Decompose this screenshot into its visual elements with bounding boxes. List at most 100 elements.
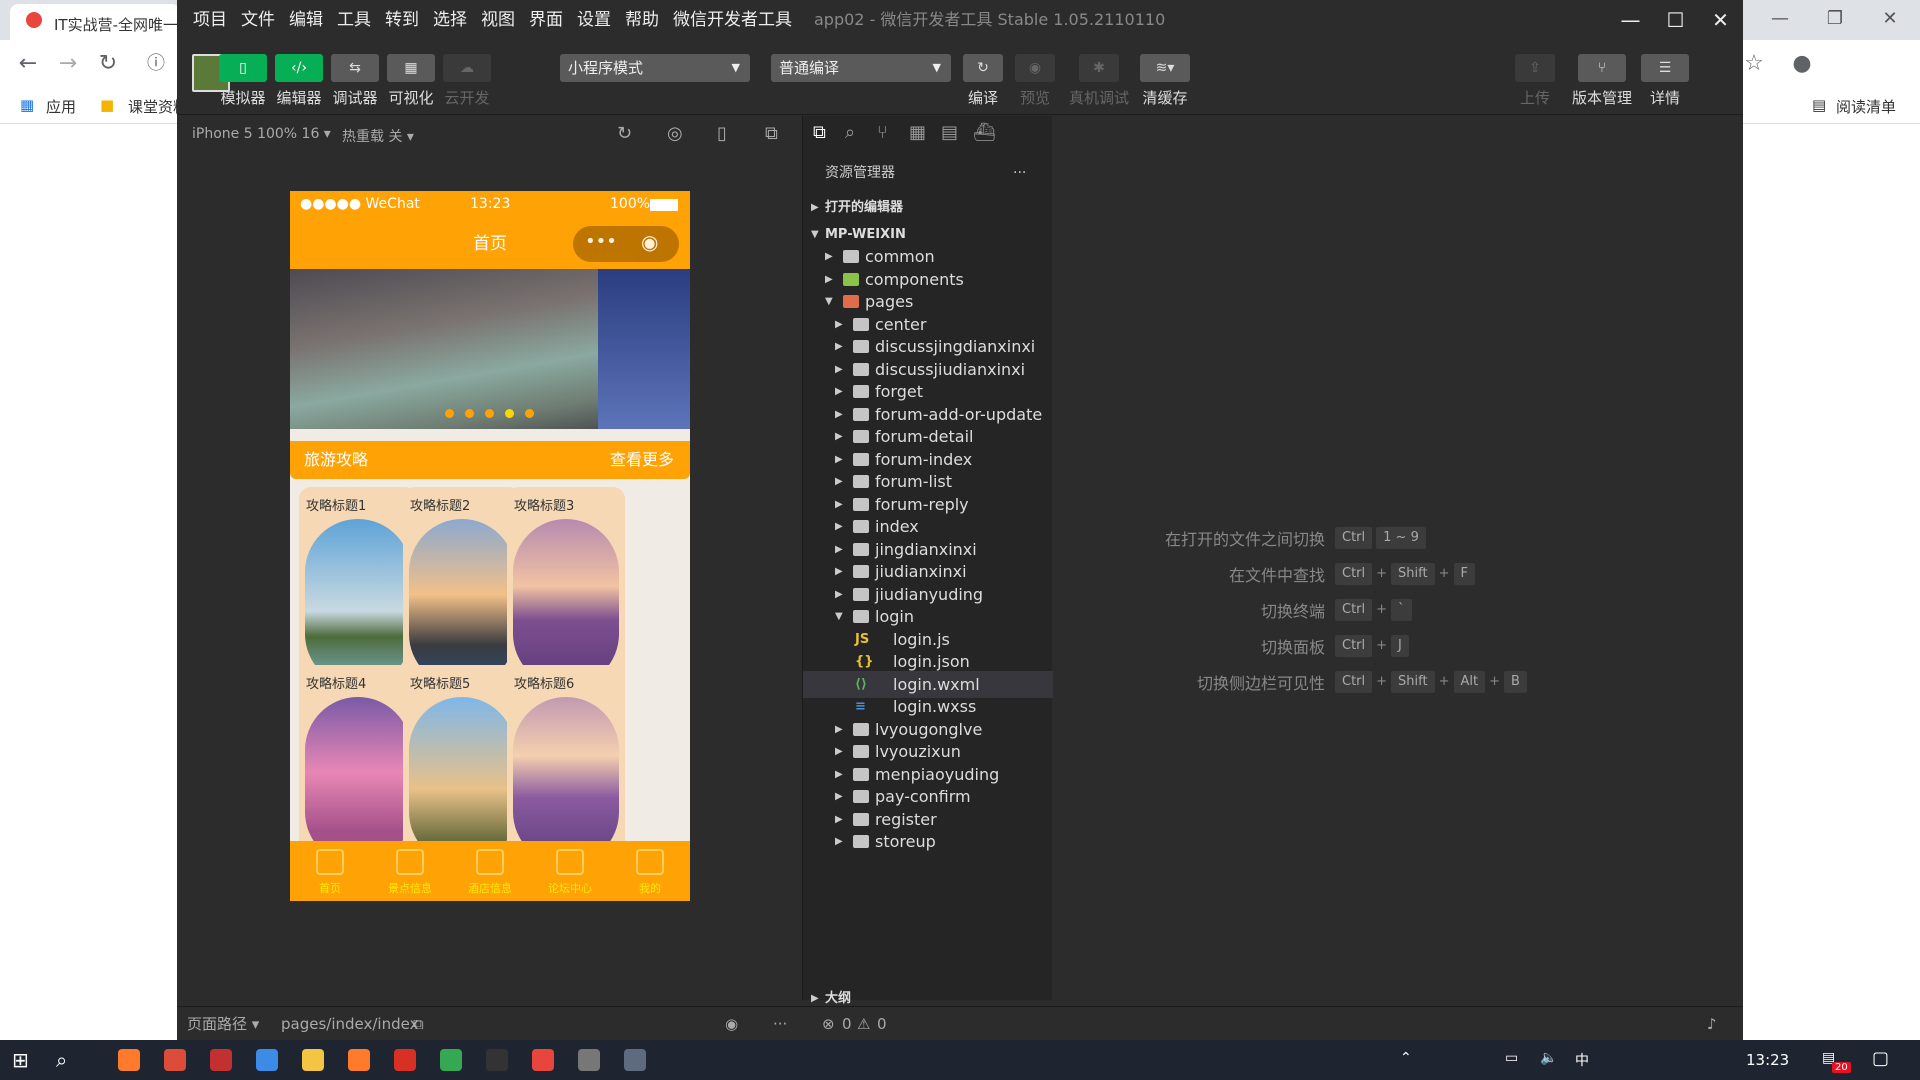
ide-toolbar: ▯ 模拟器 ‹/› 编辑器 ⇆ 调试器 ▦ 可视化 ☁ 云开发 小程序模式 ▼ 普通编译 ▼ … — [177, 40, 1743, 115]
extensions-icon[interactable]: ▦ — [909, 122, 926, 143]
open-editors-section[interactable]: ▶ 打开的编辑器 — [803, 194, 1053, 221]
preview-button[interactable]: ◉ 预览 — [1009, 40, 1061, 108]
back-icon[interactable]: ← — [12, 48, 44, 80]
rotate-icon[interactable]: ↻ — [617, 123, 632, 144]
page-title: 首页 — [473, 234, 507, 254]
maximize-icon[interactable]: ☐ — [1653, 0, 1698, 40]
guide-card[interactable]: 攻略标题6 — [507, 665, 625, 870]
tray-up-icon[interactable]: ⌃ — [1400, 1050, 1412, 1066]
folder-icon — [853, 745, 869, 758]
tab-1[interactable]: 景点信息 — [370, 841, 450, 896]
version-button[interactable]: ⑂ 版本管理 — [1565, 40, 1639, 108]
tree-label: storeup — [875, 832, 936, 851]
menu-item[interactable]: 微信开发者工具 — [673, 0, 792, 40]
settings-icon[interactable] — [578, 1049, 600, 1071]
capsule-menu[interactable]: ••• ◉ — [573, 226, 679, 262]
tab-0[interactable]: 首页 — [290, 841, 370, 896]
edge-icon[interactable] — [256, 1049, 278, 1071]
more-icon[interactable]: ••• — [585, 231, 617, 252]
guide-card[interactable]: 攻略标题2 — [403, 487, 521, 692]
menu-item[interactable]: 界面 — [529, 0, 563, 40]
mode-select[interactable]: 小程序模式 ▼ — [560, 54, 750, 82]
menu-item[interactable]: 转到 — [385, 0, 419, 40]
clear-cache-button[interactable]: ≋▾ 清缓存 — [1139, 40, 1191, 108]
storage-icon[interactable]: ▤ — [941, 122, 958, 143]
tab-2[interactable]: 酒店信息 — [450, 841, 530, 896]
tab-3[interactable]: 论坛中心 — [530, 841, 610, 896]
app-icon[interactable] — [394, 1049, 416, 1071]
guide-card[interactable]: 攻略标题5 — [403, 665, 521, 870]
editor-button[interactable]: ‹/› 编辑器 — [273, 40, 325, 108]
menu-item[interactable]: 工具 — [337, 0, 371, 40]
windows-start-icon[interactable]: ⊞ — [12, 1048, 29, 1072]
reading-list[interactable]: 阅读清单 — [1836, 96, 1896, 117]
guide-card[interactable]: 攻略标题4 — [299, 665, 417, 870]
bookmark-apps[interactable]: 应用 — [46, 96, 76, 117]
ime-label[interactable]: 中 — [1575, 1050, 1589, 1070]
more-icon[interactable]: ··· — [1013, 158, 1026, 188]
wps-icon[interactable] — [532, 1049, 554, 1071]
tab-4[interactable]: 我的 — [610, 841, 690, 896]
copy-icon[interactable]: ⧉ — [413, 1007, 424, 1041]
forward-icon[interactable]: → — [52, 48, 84, 80]
site-info-icon[interactable]: ⓘ — [140, 48, 172, 80]
eye-icon[interactable]: ◉ — [725, 1007, 738, 1041]
search-icon[interactable]: ⌕ — [56, 1048, 67, 1072]
cloud-button[interactable]: ☁ 云开发 — [441, 40, 493, 108]
devtools-icon[interactable] — [624, 1049, 646, 1071]
folder-icon[interactable] — [302, 1049, 324, 1071]
minimize-icon[interactable]: — — [1608, 0, 1653, 40]
profile-icon[interactable]: ● — [1786, 48, 1818, 80]
network-icon[interactable]: ▭ — [1505, 1050, 1518, 1066]
path-label[interactable]: 页面路径 ▾ — [187, 1007, 259, 1041]
menu-item[interactable]: 选择 — [433, 0, 467, 40]
record-icon[interactable]: ◎ — [667, 123, 683, 144]
device-select[interactable]: iPhone 5 100% 16 ▾ — [192, 126, 331, 142]
menu-item[interactable]: 文件 — [241, 0, 275, 40]
bell-icon[interactable]: ♪ — [1707, 1007, 1717, 1041]
terminal-icon[interactable] — [486, 1049, 508, 1071]
upload-button[interactable]: ⇪ 上传 — [1509, 40, 1561, 108]
git-icon[interactable]: ⑂ — [877, 122, 888, 143]
menu-item[interactable]: 帮助 — [625, 0, 659, 40]
banner-dot — [485, 409, 494, 418]
close-mini-program-icon[interactable]: ◉ — [641, 230, 658, 254]
close-icon[interactable]: ✕ — [1698, 0, 1743, 40]
files-icon[interactable]: ⧉ — [813, 122, 826, 143]
search-icon[interactable]: ⌕ — [845, 122, 855, 143]
wechat-icon[interactable] — [440, 1049, 462, 1071]
warning-count[interactable]: 0 — [877, 1007, 887, 1041]
debugger-button[interactable]: ⇆ 调试器 — [329, 40, 381, 108]
compile-button[interactable]: ↻ 编译 — [957, 40, 1009, 108]
details-button[interactable]: ☰ 详情 — [1639, 40, 1691, 108]
app-icon[interactable] — [210, 1049, 232, 1071]
guide-card[interactable]: 攻略标题1 — [299, 487, 417, 692]
taskbar-clock[interactable]: 13:23 — [1746, 1040, 1789, 1080]
restore-icon[interactable]: ❐ — [1815, 8, 1855, 29]
simulator-button[interactable]: ▯ 模拟器 — [217, 40, 269, 108]
docker-icon[interactable]: ⛴ — [973, 122, 996, 143]
menu-item[interactable]: 编辑 — [289, 0, 323, 40]
menu-item[interactable]: 视图 — [481, 0, 515, 40]
menu-item[interactable]: 设置 — [577, 0, 611, 40]
hot-reload-select[interactable]: 热重载 关 ▾ — [342, 126, 414, 146]
reload-icon[interactable]: ↻ — [92, 48, 124, 80]
real-debug-button[interactable]: ✱ 真机调试 — [1067, 40, 1131, 108]
tree-item[interactable]: ▶ storeup — [803, 828, 1053, 855]
volume-icon[interactable]: 🔈 — [1540, 1050, 1557, 1066]
error-count[interactable]: 0 — [842, 1007, 852, 1041]
action-center-icon[interactable]: ▢ — [1872, 1048, 1889, 1069]
device-icon[interactable]: ▯ — [717, 123, 727, 144]
app-icon[interactable] — [348, 1049, 370, 1071]
visual-button[interactable]: ▦ 可视化 — [385, 40, 437, 108]
more-link[interactable]: 查看更多 — [610, 441, 674, 479]
minimize-icon[interactable]: — — [1760, 8, 1800, 29]
more-icon[interactable]: ··· — [773, 1007, 787, 1041]
detach-icon[interactable]: ⧉ — [765, 123, 778, 144]
app-icon[interactable] — [118, 1049, 140, 1071]
close-icon[interactable]: ✕ — [1870, 8, 1910, 29]
menu-item[interactable]: 项目 — [193, 0, 227, 40]
compile-select[interactable]: 普通编译 ▼ — [771, 54, 951, 82]
chrome-icon[interactable] — [164, 1049, 186, 1071]
guide-card[interactable]: 攻略标题3 — [507, 487, 625, 692]
